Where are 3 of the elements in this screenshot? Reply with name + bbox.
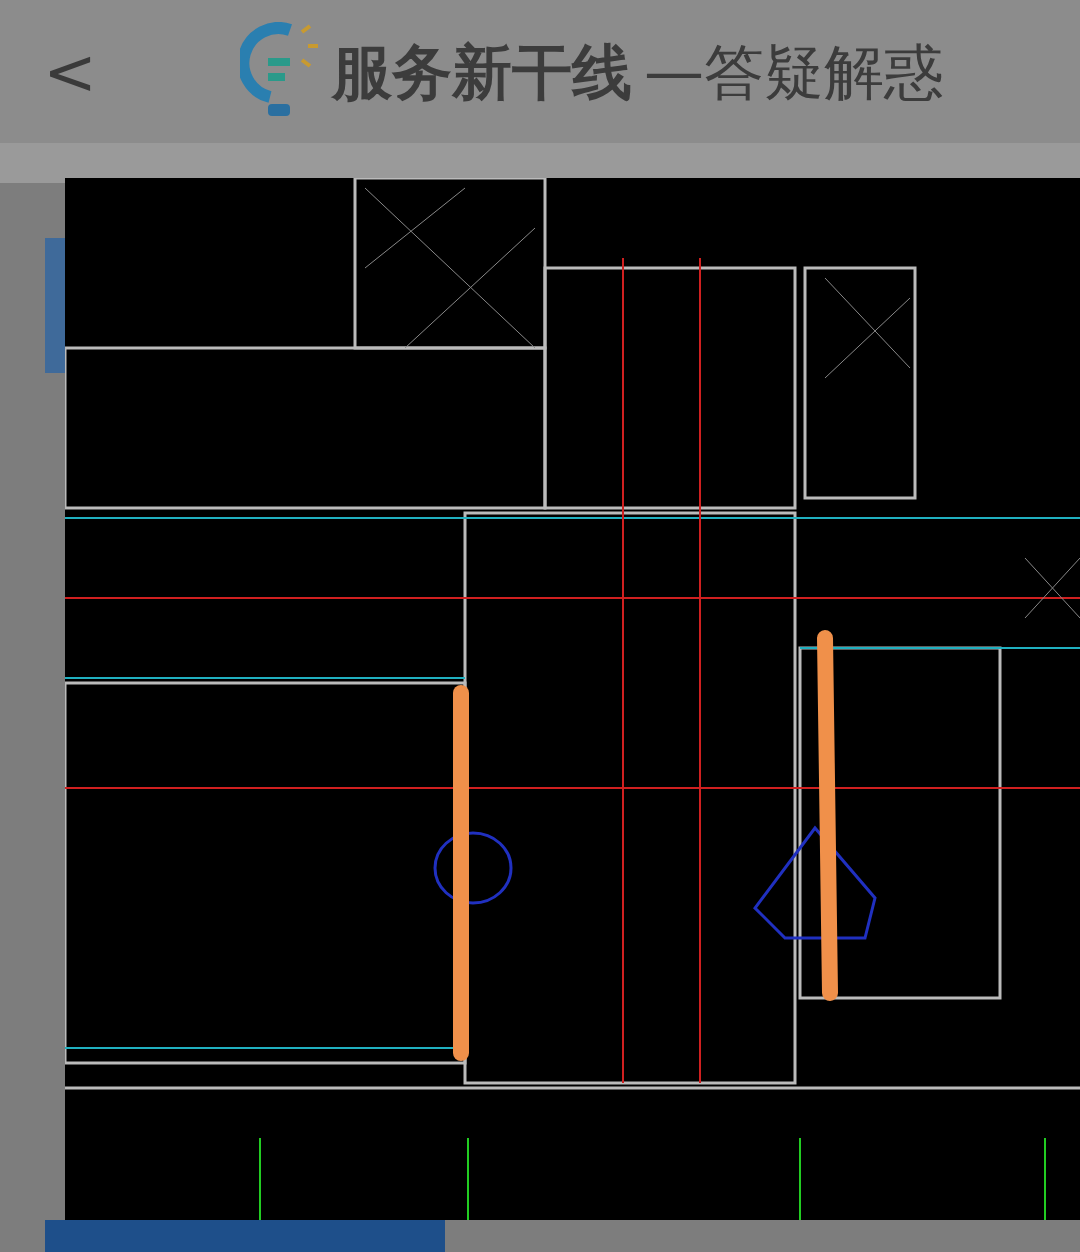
back-button[interactable]: < bbox=[40, 39, 100, 104]
app-title: 服务新干线 bbox=[332, 35, 632, 109]
page-subtitle: —答疑解惑 bbox=[644, 35, 944, 109]
